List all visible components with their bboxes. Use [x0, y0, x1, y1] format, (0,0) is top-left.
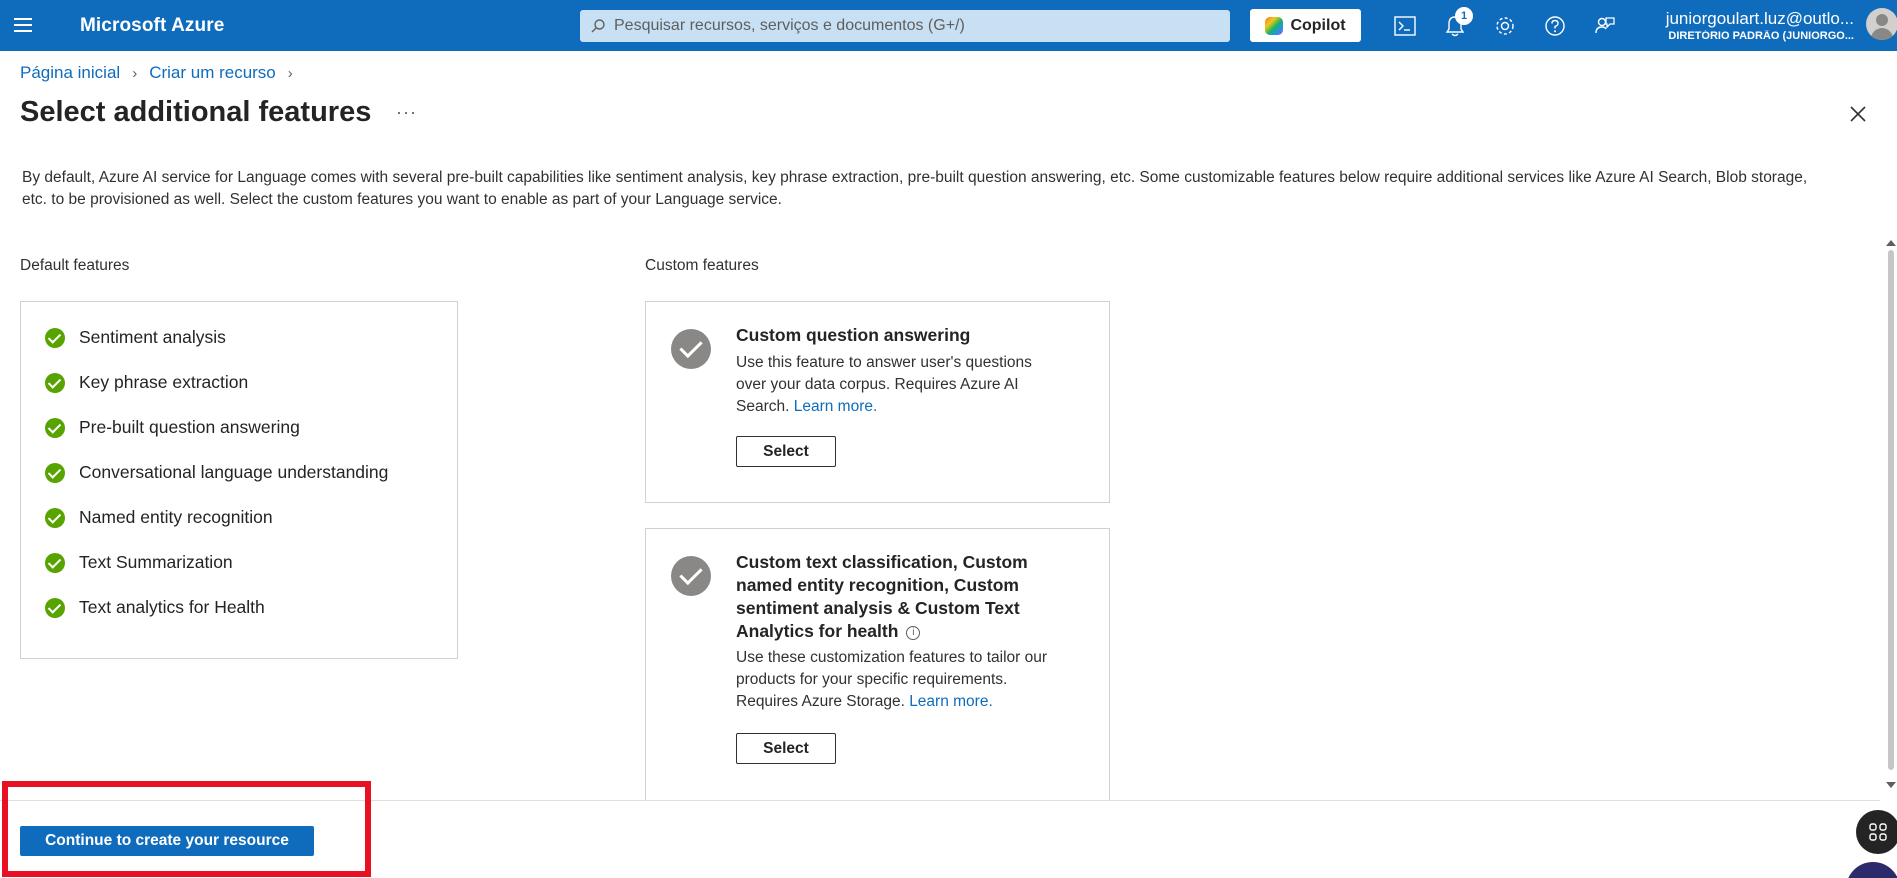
top-bar: Microsoft Azure Pesquisar recursos, serv… [0, 0, 1897, 51]
card-description: Use this feature to answer user's questi… [736, 354, 1032, 415]
list-item: Key phrase extraction [45, 372, 248, 393]
breadcrumb-create-link[interactable]: Criar um recurso [149, 63, 276, 83]
check-circle-icon [45, 507, 65, 528]
scroll-down-arrow[interactable] [1886, 782, 1896, 788]
account-email: juniorgoulart.luz@outlo... [1665, 9, 1854, 28]
page-title: Select additional features [20, 96, 372, 128]
account-menu[interactable]: juniorgoulart.luz@outlo... DIRETÓRIO PAD… [1654, 9, 1854, 42]
default-features-box: Sentiment analysis Key phrase extraction… [20, 301, 458, 659]
check-circle-icon [671, 556, 711, 596]
custom-question-answering-card: Custom question answering Use this featu… [645, 301, 1110, 503]
notification-badge: 1 [1455, 7, 1473, 25]
list-item: Text Summarization [45, 552, 233, 573]
card-title: Custom question answering [736, 325, 971, 345]
breadcrumb: Página inicial › Criar um recurso › [20, 63, 305, 83]
gear-icon[interactable] [1492, 13, 1518, 39]
select-button[interactable]: Select [736, 733, 836, 764]
chevron-right-icon: › [132, 64, 138, 82]
check-circle-icon [45, 552, 65, 573]
check-circle-icon [45, 372, 65, 393]
cloud-shell-icon[interactable] [1392, 13, 1418, 39]
card-title: Custom text classification, Custom named… [736, 552, 1028, 641]
info-icon[interactable]: i [906, 626, 921, 640]
feedback-icon[interactable] [1592, 13, 1618, 39]
custom-features-label: Custom features [645, 257, 759, 274]
brand-title[interactable]: Microsoft Azure [80, 15, 224, 37]
list-item: Conversational language understanding [45, 462, 388, 483]
feature-label: Conversational language understanding [79, 462, 389, 482]
search-icon [591, 19, 605, 33]
check-circle-icon [671, 329, 711, 369]
feature-label: Sentiment analysis [79, 327, 226, 347]
continue-button[interactable]: Continue to create your resource [20, 826, 314, 856]
account-directory: DIRETÓRIO PADRÃO (JUNIORGO... [1668, 30, 1854, 42]
breadcrumb-home-link[interactable]: Página inicial [20, 63, 120, 83]
feature-label: Pre-built question answering [79, 417, 300, 437]
menu-icon[interactable] [14, 14, 36, 36]
default-features-label: Default features [20, 257, 130, 274]
learn-more-link[interactable]: Learn more. [909, 693, 993, 710]
feature-label: Key phrase extraction [79, 372, 249, 392]
assistant-icon[interactable] [1846, 862, 1897, 878]
copilot-icon [1265, 16, 1284, 35]
check-circle-icon [45, 417, 65, 438]
page-description: By default, Azure AI service for Languag… [22, 169, 1808, 208]
close-icon[interactable] [1848, 104, 1872, 128]
avatar[interactable] [1866, 8, 1897, 40]
feature-label: Text Summarization [79, 552, 233, 572]
list-item: Pre-built question answering [45, 417, 300, 438]
footer-divider [0, 800, 1880, 801]
scrollbar-thumb[interactable] [1888, 250, 1894, 770]
check-circle-icon [45, 462, 65, 483]
help-icon[interactable] [1542, 13, 1568, 39]
list-item: Text analytics for Health [45, 597, 265, 618]
list-item: Named entity recognition [45, 507, 273, 528]
scroll-up-arrow[interactable] [1886, 240, 1896, 246]
learn-more-link[interactable]: Learn more. [794, 398, 878, 415]
select-button[interactable]: Select [736, 436, 836, 467]
card-description: Use these customization features to tail… [736, 649, 1048, 710]
apps-icon[interactable] [1856, 810, 1897, 854]
search-input[interactable]: Pesquisar recursos, serviços e documento… [580, 10, 1230, 42]
check-circle-icon [45, 327, 65, 348]
list-item: Sentiment analysis [45, 327, 226, 348]
check-circle-icon [45, 597, 65, 618]
chevron-right-icon: › [287, 64, 293, 82]
copilot-label: Copilot [1290, 16, 1346, 34]
copilot-button[interactable]: Copilot [1250, 9, 1361, 42]
more-options-icon[interactable]: ··· [396, 102, 417, 123]
search-placeholder: Pesquisar recursos, serviços e documento… [614, 17, 965, 34]
custom-text-classification-card: Custom text classification, Custom named… [645, 528, 1110, 800]
feature-label: Named entity recognition [79, 507, 273, 527]
feature-label: Text analytics for Health [79, 597, 265, 617]
